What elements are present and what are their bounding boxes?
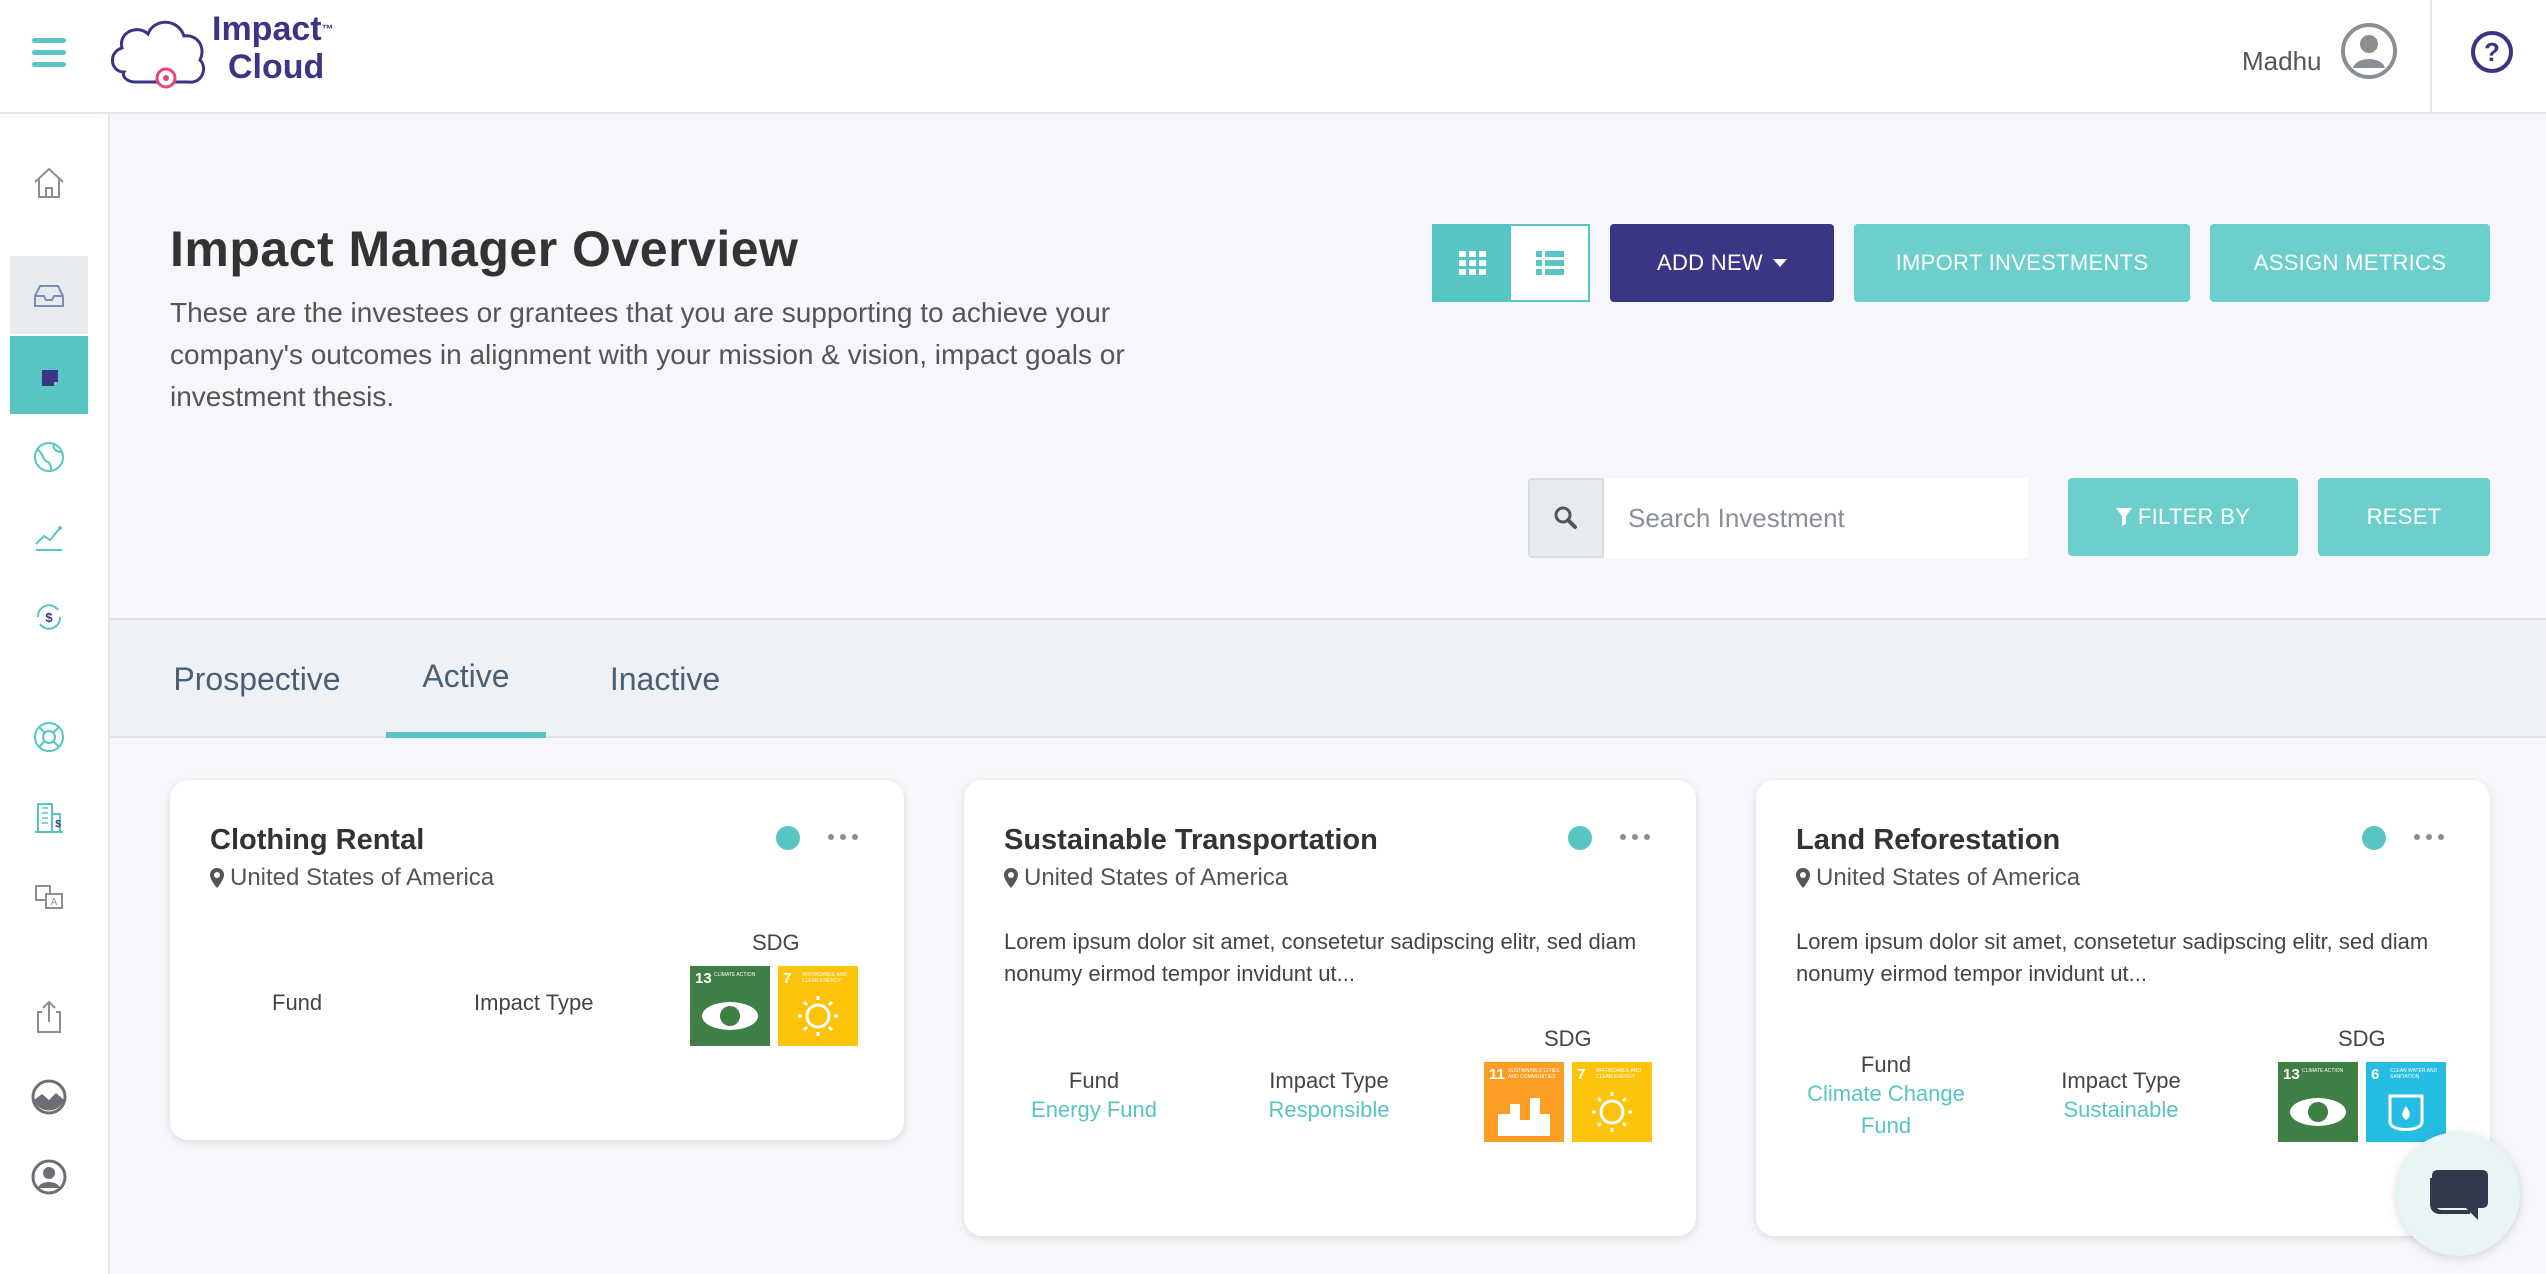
impact-type-label: Impact Type	[2061, 1068, 2181, 1093]
investment-card[interactable]: Clothing Rental United States of America…	[170, 780, 904, 1140]
building-icon: $	[35, 803, 63, 833]
card-title: Clothing Rental	[210, 824, 425, 856]
fund-label: Fund	[1068, 1068, 1120, 1093]
page-title: Impact Manager Overview	[170, 221, 799, 277]
sidebar: $ $ A	[0, 114, 110, 1274]
reset-button[interactable]: RESET	[2318, 478, 2490, 556]
sidebar-item-profile[interactable]	[10, 1138, 88, 1216]
status-dot	[776, 826, 800, 850]
home-icon	[34, 167, 64, 198]
translate-icon: A	[35, 885, 63, 909]
document-icon	[42, 370, 58, 386]
sdg-label: SDG	[752, 930, 800, 955]
filter-by-button[interactable]: FILTER BY	[2068, 478, 2298, 556]
impact-type-label: Impact Type	[474, 990, 594, 1015]
tab-inactive[interactable]: Inactive	[570, 620, 760, 738]
status-dot	[2362, 826, 2386, 850]
fund-value[interactable]: Climate Change Fund	[1796, 1078, 1976, 1142]
card-title: Land Reforestation	[1796, 824, 2061, 856]
user-avatar-icon[interactable]	[2340, 22, 2398, 80]
sdg-label: SDG	[1544, 1026, 1592, 1051]
sidebar-item-support[interactable]	[10, 698, 88, 776]
impact-type-value[interactable]: Sustainable	[2046, 1094, 2196, 1126]
chat-bubble-icon	[2430, 1170, 2488, 1220]
landscape-icon	[31, 1079, 67, 1115]
sidebar-item-inbox[interactable]	[10, 256, 88, 334]
sdg-7-clean-energy-icon: 7 AFFORDABLE AND CLEAN ENERGY	[1572, 1062, 1652, 1142]
assign-metrics-button[interactable]: ASSIGN METRICS	[2210, 224, 2490, 302]
card-location: United States of America	[1004, 864, 1288, 892]
grid-icon	[1458, 251, 1486, 275]
sdg-11-sustainable-cities-icon: 11 SUSTAINABLE CITIES AND COMMUNITIES	[1484, 1062, 1564, 1142]
impact-type-label: Impact Type	[1269, 1068, 1389, 1093]
hamburger-menu-icon[interactable]	[32, 38, 66, 68]
sidebar-item-home[interactable]	[10, 144, 88, 222]
sidebar-item-analytics[interactable]	[10, 498, 88, 576]
sidebar-item-finance[interactable]: $	[10, 578, 88, 656]
sidebar-item-export[interactable]	[10, 978, 88, 1056]
caret-down-icon	[1773, 259, 1787, 267]
upload-icon	[37, 1000, 61, 1033]
trend-chart-icon	[35, 526, 62, 551]
import-investments-button[interactable]: IMPORT INVESTMENTS	[1854, 224, 2190, 302]
filter-icon	[2115, 508, 2132, 526]
map-pin-icon	[1004, 868, 1018, 888]
search-input[interactable]	[1604, 478, 2028, 558]
sdg-7-clean-energy-icon: 7 AFFORDABLE AND CLEAN ENERGY	[778, 966, 858, 1046]
investment-card[interactable]: Sustainable Transportation United States…	[964, 780, 1696, 1236]
tab-active[interactable]: Active	[386, 620, 546, 738]
sdg-13-climate-action-icon: 13 CLIMATE ACTION	[690, 966, 770, 1046]
sdg-13-climate-action-icon: 13 CLIMATE ACTION	[2278, 1062, 2358, 1142]
lifebuoy-icon	[34, 722, 64, 752]
card-description: Lorem ipsum dolor sit amet, consetetur s…	[1004, 929, 1637, 986]
fund-label: Fund	[272, 990, 323, 1015]
sidebar-item-documents[interactable]	[10, 336, 88, 414]
sidebar-item-organization[interactable]: $	[10, 778, 88, 856]
help-icon[interactable]: ?	[2470, 30, 2514, 74]
page-description: These are the investees or grantees that…	[170, 297, 1125, 412]
profile-icon	[31, 1159, 67, 1195]
map-pin-icon	[210, 868, 224, 888]
chat-button[interactable]	[2396, 1132, 2520, 1256]
map-pin-icon	[1796, 868, 1810, 888]
svg-text:$: $	[45, 610, 53, 625]
fund-label: Fund	[1860, 1052, 1912, 1077]
status-tabs: Prospective Active Inactive	[110, 618, 2546, 738]
sdg-6-clean-water-icon: 6 CLEAN WATER AND SANITATION	[2366, 1062, 2446, 1142]
svg-text:?: ?	[2484, 37, 2500, 67]
inbox-icon	[34, 285, 64, 307]
status-dot	[1568, 826, 1592, 850]
card-description: Lorem ipsum dolor sit amet, consetetur s…	[1796, 929, 2429, 986]
user-name[interactable]: Madhu	[2242, 46, 2322, 77]
list-view-button[interactable]	[1511, 226, 1588, 300]
more-options-icon[interactable]	[1620, 822, 1650, 852]
globe-icon	[34, 442, 64, 472]
view-toggle	[1432, 224, 1590, 302]
card-title: Sustainable Transportation	[1004, 824, 1378, 856]
card-location: United States of America	[1796, 864, 2080, 892]
add-new-button[interactable]: ADD NEW	[1610, 224, 1834, 302]
grid-view-button[interactable]	[1434, 226, 1511, 300]
search-bar	[1528, 478, 2028, 558]
list-icon	[1535, 251, 1564, 275]
more-options-icon[interactable]	[828, 822, 858, 852]
top-header: Impact™ Cloud Madhu ?	[0, 0, 2546, 114]
sdg-label: SDG	[2338, 1026, 2386, 1051]
header-divider	[2430, 0, 2432, 114]
investment-card[interactable]: Land Reforestation United States of Amer…	[1756, 780, 2490, 1236]
more-options-icon[interactable]	[2414, 822, 2444, 852]
search-icon[interactable]	[1528, 478, 1604, 558]
sidebar-item-globe[interactable]	[10, 418, 88, 496]
logo-wordmark: Impact™ Cloud	[212, 10, 334, 86]
tab-prospective[interactable]: Prospective	[150, 620, 364, 738]
card-location: United States of America	[210, 864, 494, 892]
impact-type-value[interactable]: Responsible	[1254, 1094, 1404, 1126]
sidebar-item-translate[interactable]: A	[10, 858, 88, 936]
sidebar-item-landscape[interactable]	[10, 1058, 88, 1136]
svg-text:A: A	[51, 897, 58, 908]
money-cycle-icon: $	[36, 604, 62, 630]
fund-value[interactable]: Energy Fund	[1004, 1094, 1184, 1126]
svg-text:$: $	[55, 819, 61, 830]
